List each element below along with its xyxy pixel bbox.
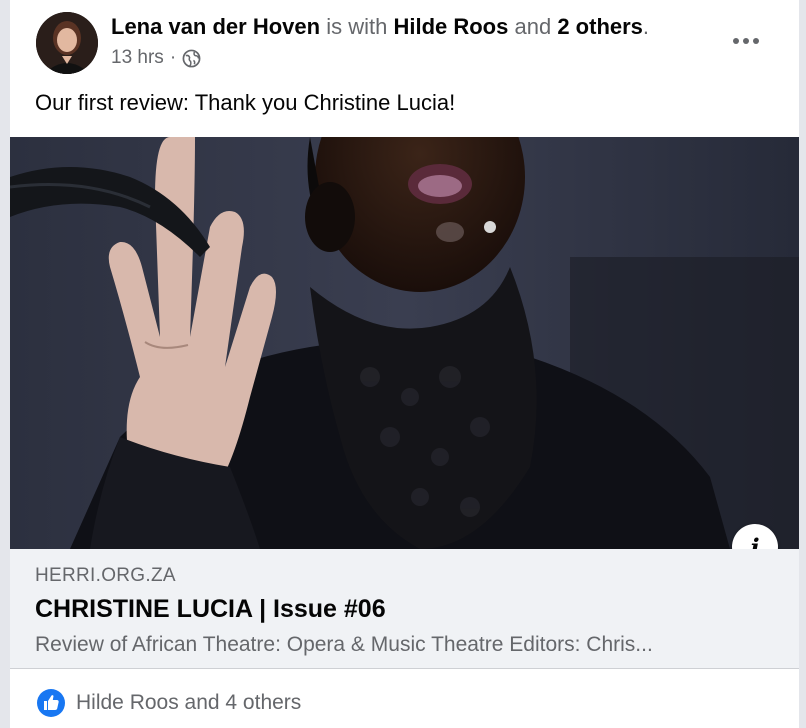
period: . (642, 14, 650, 39)
link-domain: HERRI.ORG.ZA (35, 565, 176, 586)
post-meta: 13 hrs · (111, 47, 201, 69)
link-description: Review of African Theatre: Opera & Music… (35, 633, 653, 656)
link-title[interactable]: CHRISTINE LUCIA | Issue #06 (35, 595, 386, 624)
post-header: Lena van der Hoven is with Hilde Roos an… (10, 0, 799, 82)
author-line: Lena van der Hoven is with Hilde Roos an… (111, 14, 649, 40)
post-time[interactable]: 13 hrs (111, 47, 164, 69)
author-name[interactable]: Lena van der Hoven (111, 14, 320, 39)
link-preview-image[interactable] (10, 137, 799, 549)
more-horizontal-icon (733, 38, 759, 44)
others-link[interactable]: 2 others (557, 14, 643, 39)
more-options-button[interactable] (726, 24, 766, 58)
tagged-name[interactable]: Hilde Roos (393, 14, 508, 39)
post-card: Lena van der Hoven is with Hilde Roos an… (10, 0, 799, 728)
globe-icon[interactable] (182, 49, 201, 68)
author-avatar[interactable] (36, 12, 98, 74)
like-icon (37, 689, 65, 717)
and-text: and (514, 14, 552, 39)
reactions-summary[interactable]: Hilde Roos and 4 others (36, 688, 301, 718)
divider (10, 668, 799, 669)
with-text: is with (326, 14, 388, 39)
meta-separator: · (169, 47, 177, 68)
link-preview[interactable]: HERRI.ORG.ZA CHRISTINE LUCIA | Issue #06… (10, 549, 799, 668)
reactions-text: Hilde Roos and 4 others (76, 691, 302, 714)
post-text: Our first review: Thank you Christine Lu… (35, 90, 456, 115)
